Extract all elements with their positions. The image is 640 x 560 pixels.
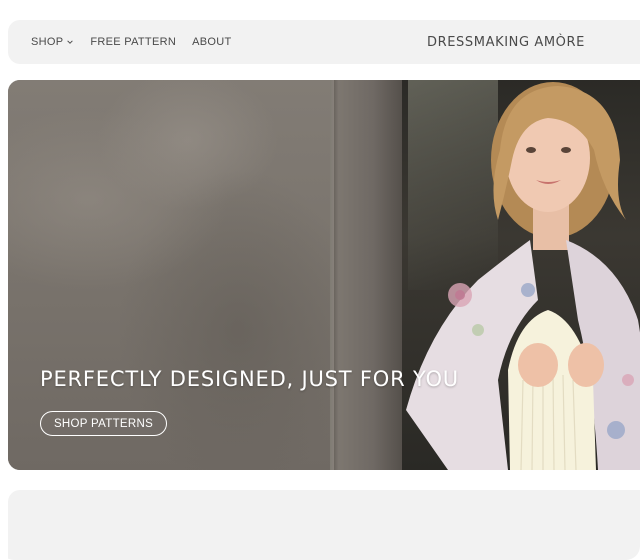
nav-shop-label: SHOP: [31, 36, 64, 48]
nav-about-label: ABOUT: [192, 36, 232, 48]
hero-model-photo: [406, 82, 640, 470]
nav-free-pattern-label: FREE PATTERN: [90, 36, 177, 48]
chevron-down-icon: [67, 40, 74, 44]
hero-pillar-edge: [330, 80, 334, 470]
nav-shop[interactable]: SHOP: [31, 36, 74, 48]
shop-patterns-button[interactable]: SHOP PATTERNS: [40, 411, 167, 436]
next-section-panel: [8, 490, 640, 560]
page: SHOP FREE PATTERN ABOUT DRESSMAKING AMÒR…: [0, 0, 640, 560]
hero-title: PERFECTLY DESIGNED, JUST FOR YOU: [40, 367, 459, 391]
main-nav: SHOP FREE PATTERN ABOUT: [31, 20, 231, 64]
nav-about[interactable]: ABOUT: [192, 36, 231, 48]
brand-logo-text[interactable]: DRESSMAKING AMÒRE: [427, 20, 585, 64]
nav-free-pattern[interactable]: FREE PATTERN: [90, 36, 176, 48]
hero-banner: PERFECTLY DESIGNED, JUST FOR YOU SHOP PA…: [8, 80, 640, 470]
site-header: SHOP FREE PATTERN ABOUT DRESSMAKING AMÒR…: [8, 20, 640, 64]
